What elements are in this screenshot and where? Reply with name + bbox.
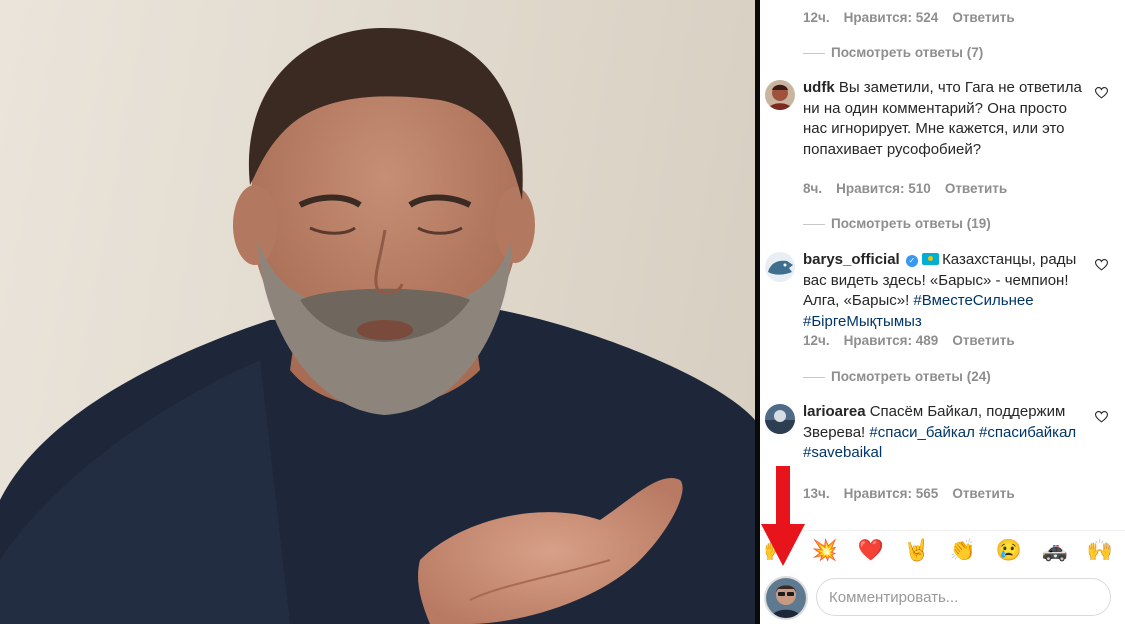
comment-time: 12ч. bbox=[803, 333, 830, 348]
reply-button[interactable]: Ответить bbox=[952, 486, 1014, 501]
current-user-avatar bbox=[764, 576, 808, 620]
emoji-button[interactable]: 🤘 bbox=[902, 537, 932, 565]
verified-badge-icon: ✓ bbox=[905, 255, 918, 267]
comment-username[interactable]: larioarea bbox=[803, 403, 866, 420]
comment-username[interactable]: barys_official bbox=[803, 251, 900, 268]
view-replies-button[interactable]: Посмотреть ответы (19) bbox=[803, 216, 991, 231]
comment-meta: 13ч. Нравится: 565 Ответить bbox=[803, 486, 1029, 501]
comment-time: 8ч. bbox=[803, 181, 823, 196]
avatar[interactable] bbox=[765, 252, 795, 282]
comment-body: larioarea Спасём Байкал, поддержим Звере… bbox=[803, 402, 1083, 464]
video-frame bbox=[0, 0, 755, 624]
like-heart-icon[interactable] bbox=[1095, 411, 1108, 423]
man-speaking-illustration bbox=[0, 27, 755, 624]
emoji-button[interactable]: 👏 bbox=[948, 537, 978, 565]
emoji-button[interactable]: 😢 bbox=[994, 537, 1024, 565]
comment-input[interactable] bbox=[816, 578, 1111, 616]
like-heart-icon[interactable] bbox=[1095, 259, 1108, 271]
comment-time: 13ч. bbox=[803, 486, 830, 501]
like-heart-icon[interactable] bbox=[1095, 87, 1108, 99]
comment-likes[interactable]: Нравится: 524 bbox=[844, 10, 939, 25]
reply-button[interactable]: Ответить bbox=[952, 10, 1014, 25]
view-replies-button[interactable]: Посмотреть ответы (7) bbox=[803, 45, 983, 60]
view-replies-button[interactable]: Посмотреть ответы (24) bbox=[803, 369, 991, 384]
comment-likes[interactable]: Нравится: 510 bbox=[836, 181, 931, 196]
comment-body: barys_official ✓ Казахстанцы, рады вас в… bbox=[803, 250, 1083, 332]
comment-time: 12ч. bbox=[803, 10, 830, 25]
divider-dash bbox=[803, 223, 825, 225]
view-replies-label: Посмотреть ответы (7) bbox=[831, 45, 984, 60]
comments-panel: 12ч. Нравится: 524 Ответить Посмотреть отв… bbox=[760, 0, 1125, 624]
reply-button[interactable]: Ответить bbox=[952, 333, 1014, 348]
comment-likes[interactable]: Нравится: 489 bbox=[844, 333, 939, 348]
avatar[interactable] bbox=[765, 80, 795, 110]
comment-meta: 8ч. Нравится: 510 Ответить bbox=[803, 181, 1021, 196]
kazakhstan-flag-icon bbox=[922, 253, 940, 265]
comment-composer bbox=[760, 572, 1125, 624]
red-arrow-annotation bbox=[761, 466, 805, 566]
comment-meta: 12ч. Нравится: 489 Ответить bbox=[803, 333, 1029, 348]
emoji-button[interactable]: 💥 bbox=[810, 537, 840, 565]
emoji-button[interactable]: 🙌 bbox=[1085, 537, 1115, 565]
comment-username[interactable]: udfk bbox=[803, 79, 835, 96]
avatar[interactable] bbox=[765, 404, 795, 434]
comment-text: Вы заметили, что Гага не ответила ни на … bbox=[803, 79, 1082, 158]
emoji-button[interactable]: 🚓 bbox=[1040, 537, 1070, 565]
view-replies-label: Посмотреть ответы (24) bbox=[831, 369, 991, 384]
reply-button[interactable]: Ответить bbox=[945, 181, 1007, 196]
emoji-reaction-bar: 🙌 💥 ❤️ 🤘 👏 😢 🚓 🙌 bbox=[760, 530, 1125, 570]
divider-dash bbox=[803, 376, 825, 378]
comment-body: udfk Вы заметили, что Гага не ответила н… bbox=[803, 78, 1083, 160]
comment-likes[interactable]: Нравится: 565 bbox=[844, 486, 939, 501]
divider-dash bbox=[803, 52, 825, 54]
comment-meta: 12ч. Нравится: 524 Ответить bbox=[803, 10, 1029, 25]
view-replies-label: Посмотреть ответы (19) bbox=[831, 216, 991, 231]
emoji-button[interactable]: ❤️ bbox=[856, 537, 886, 565]
